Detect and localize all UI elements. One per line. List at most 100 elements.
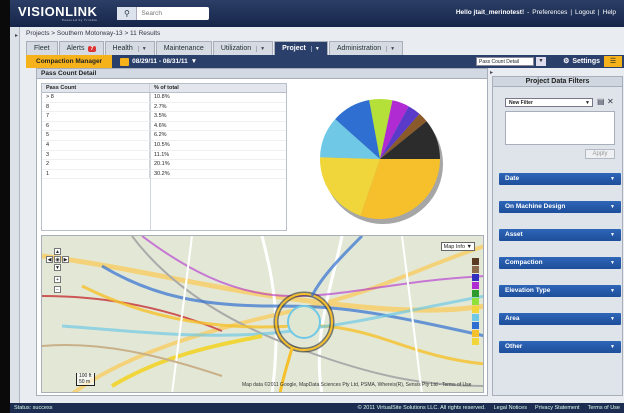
tab-fleet[interactable]: Fleet [26, 41, 58, 55]
legend-swatch [472, 338, 479, 345]
terms-of-use-link[interactable]: Terms of Use [588, 403, 620, 413]
tab-project[interactable]: Project ▼ [274, 41, 328, 55]
pass-count-cell: 5 [42, 131, 150, 140]
date-range-picker[interactable]: 08/29/11 - 08/31/11 ▼ [120, 57, 198, 66]
collapse-right-icon[interactable]: ▸ [490, 69, 493, 76]
table-row[interactable]: 7 3.5% [42, 112, 286, 122]
table-row[interactable]: 3 11.1% [42, 150, 286, 161]
table-row[interactable]: 1 30.2% [42, 169, 286, 180]
chevron-down-icon: ▼ [610, 232, 615, 238]
col-pass-count[interactable]: Pass Count [42, 84, 150, 92]
scale-bottom-text: 50 m [79, 379, 91, 385]
filter-section-label: Compaction [505, 259, 543, 266]
tab-maintenance[interactable]: Maintenance [155, 41, 212, 55]
chevron-down-icon[interactable]: ▼ [137, 45, 147, 52]
pct-total-cell: 3.5% [154, 113, 167, 120]
filter-section-label: Asset [505, 231, 523, 238]
chevron-down-icon[interactable]: ▼ [310, 45, 320, 52]
tab-administration[interactable]: Administration ▼ [328, 41, 404, 55]
calendar-icon [120, 57, 130, 66]
chevron-down-icon[interactable]: ▼ [536, 57, 546, 66]
compaction-manager-tab[interactable]: Compaction Manager [26, 55, 113, 68]
settings-button[interactable]: ⚙ Settings [563, 56, 600, 67]
pan-down-icon[interactable]: ▼ [54, 264, 61, 271]
expand-left-icon[interactable]: ▸ [15, 32, 18, 39]
pass-count-cell: > 8 [42, 93, 150, 102]
date-range-text: 08/29/11 - 08/31/11 [132, 58, 188, 65]
filter-section-date[interactable]: Date ▼ [499, 173, 621, 185]
pass-count-cell: 1 [42, 169, 150, 179]
logo-text: VISIONLINK [18, 3, 98, 19]
table-row[interactable]: 5 6.2% [42, 131, 286, 141]
pct-total-cell: 11.1% [154, 151, 170, 158]
new-filter-select[interactable]: New Filter ▼ [505, 98, 593, 107]
chevron-down-icon: ▼ [610, 176, 615, 182]
zoom-in-icon[interactable]: + [54, 276, 61, 283]
table-row[interactable]: 6 4.6% [42, 121, 286, 132]
app-window: VISIONLINK Powered by Trimble ⚲ Hello jt… [10, 0, 624, 413]
status-text: Status: success [14, 405, 53, 411]
tab-utilization[interactable]: Utilization ▼ [212, 41, 274, 55]
col-pct-total[interactable]: % of total [150, 84, 179, 92]
chevron-down-icon: ▼ [610, 316, 615, 322]
filter-section-compaction[interactable]: Compaction ▼ [499, 257, 621, 269]
legend-swatch [472, 290, 479, 297]
filter-section-label: Other [505, 343, 523, 350]
pan-up-icon[interactable]: ▲ [54, 248, 61, 255]
pan-center-icon[interactable]: ◉ [54, 256, 61, 263]
map-roads [42, 236, 483, 392]
pct-total-cell: 10.5% [154, 141, 170, 148]
table-row[interactable]: 2 20.1% [42, 160, 286, 170]
chevron-down-icon: ▼ [610, 288, 615, 294]
pass-count-table: Pass Count % of total > 8 10.8% 8 2.7% 7 3.5%… [41, 83, 287, 231]
left-collapse-strip[interactable] [10, 27, 20, 403]
tab-health[interactable]: Health ▼ [104, 41, 155, 55]
view-select[interactable]: Pass Count Detail [476, 57, 534, 66]
filter-section-elevation-type[interactable]: Elevation Type ▼ [499, 285, 621, 297]
filter-section-other[interactable]: Other ▼ [499, 341, 621, 353]
table-row[interactable]: 4 10.5% [42, 140, 286, 151]
pie-svg [320, 99, 443, 224]
legal-notices-link[interactable]: Legal Notices [494, 403, 527, 413]
panel-title: Pass Count Detail [37, 69, 487, 79]
chevron-down-icon: ▼ [190, 58, 198, 65]
pct-total-cell: 20.1% [154, 161, 170, 168]
search-input[interactable] [137, 7, 208, 20]
close-icon[interactable]: ✕ [607, 97, 614, 106]
tab-alerts[interactable]: Alerts 7 [58, 41, 104, 55]
breadcrumb: Projects > Southern Motorway-13 > 11 Res… [26, 30, 161, 37]
pan-left-icon[interactable]: ◀ [46, 256, 53, 263]
chevron-down-icon: ▼ [585, 100, 590, 106]
filter-section-area[interactable]: Area ▼ [499, 313, 621, 325]
table-row[interactable]: > 8 10.8% [42, 93, 286, 103]
save-filter-icon[interactable]: ▤ [597, 97, 605, 106]
filter-text-area[interactable] [505, 111, 615, 145]
table-row[interactable]: 8 2.7% [42, 102, 286, 113]
map-copyright: Map data ©2011 Google, MapData Sciences … [242, 382, 472, 388]
privacy-statement-link[interactable]: Privacy Statement [535, 403, 580, 413]
filter-section-label: Date [505, 175, 520, 182]
filter-section-on-machine-design[interactable]: On Machine Design ▼ [499, 201, 621, 213]
apply-button[interactable]: Apply [585, 149, 615, 159]
preferences-link[interactable]: Preferences [532, 9, 567, 16]
map-scale: 100 ft 50 m [76, 373, 95, 386]
pass-count-cell: 4 [42, 140, 150, 150]
filters-title: Project Data Filters [493, 77, 622, 87]
legend-swatch [472, 298, 479, 305]
map-view[interactable]: ▲ ◀ ◉ ▶ ▼ + − Map Info ▼ 100 ft 50 m Map… [41, 235, 484, 393]
pan-right-icon[interactable]: ▶ [62, 256, 69, 263]
search-icon[interactable]: ⚲ [117, 7, 138, 20]
chevron-down-icon[interactable]: ▼ [256, 45, 265, 52]
help-link[interactable]: Help [603, 9, 616, 16]
menu-icon[interactable]: ☰ [604, 56, 622, 67]
logout-link[interactable]: Logout [575, 9, 595, 16]
map-info-button[interactable]: Map Info ▼ [440, 242, 475, 251]
project-subbar: Compaction Manager 08/29/11 - 08/31/11 ▼… [26, 55, 624, 68]
pass-count-panel: Pass Count Detail Pass Count % of total … [36, 68, 488, 396]
filter-section-asset[interactable]: Asset ▼ [499, 229, 621, 241]
logo: VISIONLINK Powered by Trimble [18, 3, 98, 22]
table-body: > 8 10.8% 8 2.7% 7 3.5% 6 4.6% 5 6.2% 4 10.5% 3 11.1%… [42, 93, 286, 180]
zoom-out-icon[interactable]: − [54, 286, 61, 293]
chevron-down-icon[interactable]: ▼ [386, 45, 395, 52]
pass-count-cell: 6 [42, 121, 150, 131]
